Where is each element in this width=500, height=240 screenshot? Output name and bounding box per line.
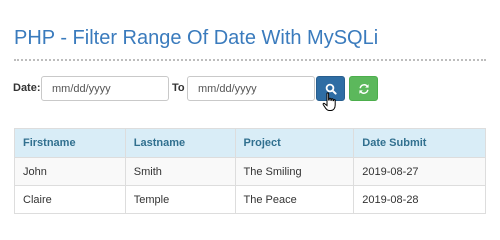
table-row: Claire Temple The Peace 2019-08-28: [14, 185, 486, 214]
header-project: Project: [234, 128, 355, 158]
header-firstname: Firstname: [14, 128, 126, 158]
refresh-button[interactable]: [349, 76, 378, 101]
header-lastname: Lastname: [124, 128, 236, 158]
date-label: Date:: [13, 82, 41, 94]
table-row: John Smith The Smiling 2019-08-27: [14, 157, 486, 186]
cell-date-submit: 2019-08-27: [353, 157, 486, 186]
cell-firstname: Claire: [14, 185, 126, 214]
cell-project: The Peace: [234, 185, 355, 214]
table-header-row: Firstname Lastname Project Date Submit: [14, 128, 486, 158]
cell-lastname: Temple: [124, 185, 236, 214]
page-title: PHP - Filter Range Of Date With MySQLi: [14, 27, 379, 49]
title-divider: [14, 59, 486, 61]
cell-project: The Smiling: [234, 157, 355, 186]
cell-firstname: John: [14, 157, 126, 186]
results-table: Firstname Lastname Project Date Submit J…: [14, 128, 486, 214]
to-label: To: [172, 82, 185, 94]
cell-lastname: Smith: [124, 157, 236, 186]
date-to-input[interactable]: [187, 76, 315, 101]
cell-date-submit: 2019-08-28: [353, 185, 486, 214]
header-date-submit: Date Submit: [353, 128, 486, 158]
date-from-input[interactable]: [41, 76, 169, 101]
hand-cursor-icon: [322, 92, 338, 117]
refresh-icon: [358, 83, 370, 95]
